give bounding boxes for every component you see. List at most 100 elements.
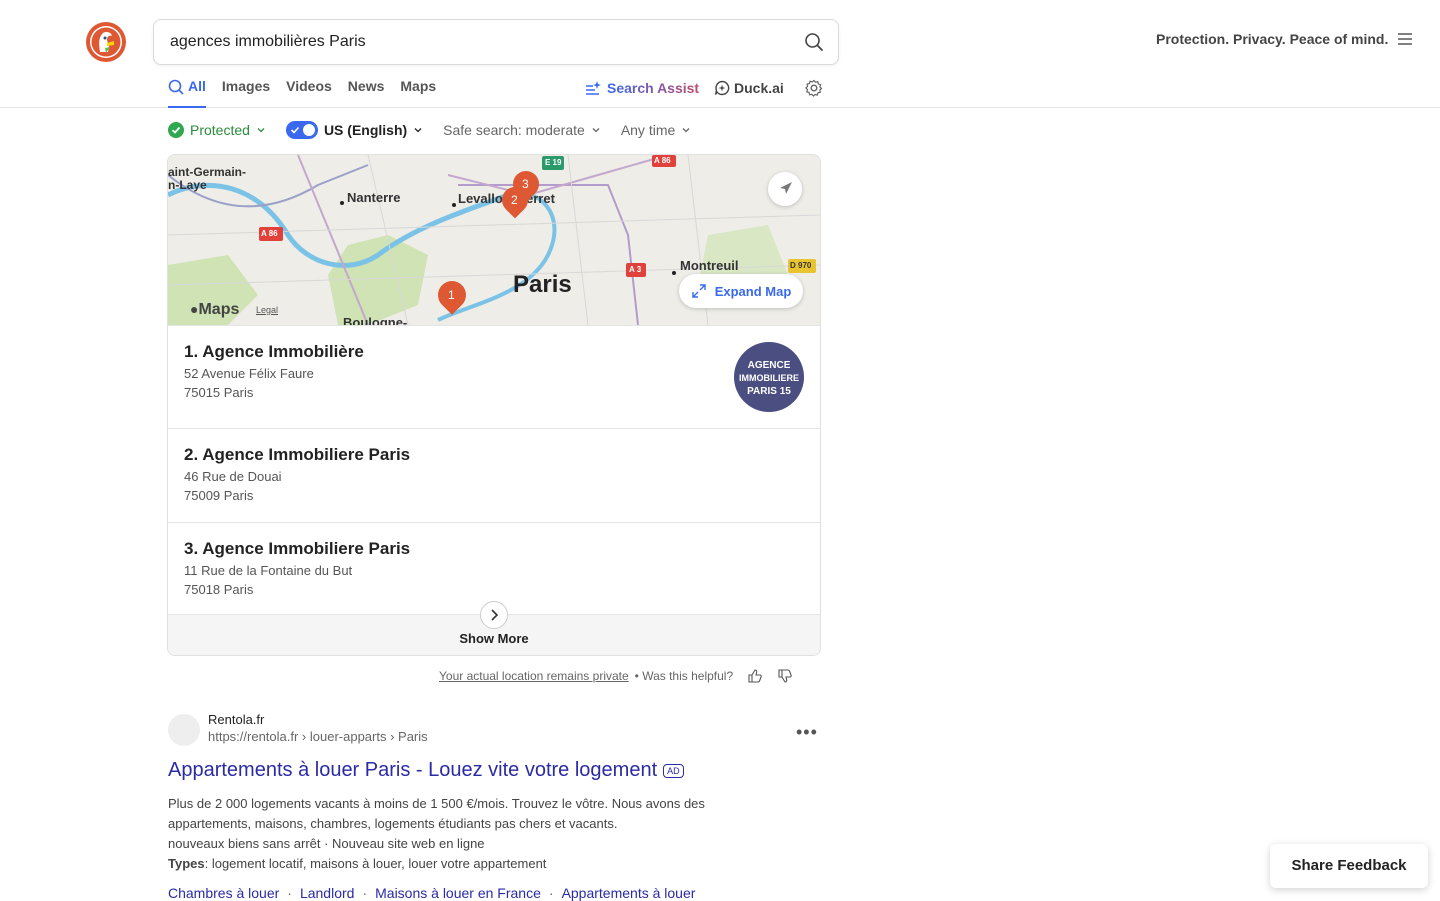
check-shield-icon (168, 122, 184, 138)
thumbs-down-icon[interactable] (777, 668, 793, 684)
header: Protection. Privacy. Peace of mind. All … (0, 0, 1440, 108)
place-title: 1. Agence Immobilière (184, 342, 364, 361)
separator: · (548, 885, 554, 901)
search-icon[interactable] (804, 32, 824, 52)
privacy-tagline: Protection. Privacy. Peace of mind. (1156, 31, 1389, 47)
search-box[interactable] (153, 19, 839, 65)
tab-label: News (347, 78, 385, 94)
filter-bar: Protected US (English) Safe search: mode… (168, 120, 691, 140)
duck-ai-icon (714, 80, 730, 96)
place-title: 3. Agence Immobiliere Paris (184, 539, 411, 558)
location-feedback-row: Your actual location remains private • W… (439, 668, 793, 684)
region-filter[interactable]: US (English) (285, 120, 423, 140)
share-feedback-button[interactable]: Share Feedback (1270, 844, 1428, 888)
tab-label: All (188, 78, 206, 94)
tab-maps[interactable]: Maps (400, 78, 436, 108)
road-badge: A 86 (654, 156, 671, 165)
safe-search-filter[interactable]: Safe search: moderate (443, 120, 601, 140)
sparkle-icon (586, 81, 601, 95)
separator: · (362, 885, 368, 901)
place-address: 52 Avenue Félix Faure (184, 366, 314, 381)
region-toggle[interactable] (285, 121, 318, 139)
locate-button[interactable] (768, 172, 802, 206)
place-item[interactable]: 2. Agence Immobiliere Paris 46 Rue de Do… (168, 428, 820, 522)
helpful-question: • Was this helpful? (634, 669, 734, 683)
map-label: Paris (513, 271, 572, 298)
map-legal-link[interactable]: Legal (256, 305, 278, 315)
logo-line: IMMOBILIERE (739, 373, 799, 383)
map-marker-label: 2 (511, 193, 518, 207)
result-snippet: Plus de 2 000 logements vacants à moins … (168, 794, 768, 874)
apple-maps-brand: ●Maps (190, 301, 239, 319)
search-tabs: All Images Videos News Maps (168, 78, 436, 108)
region-label: US (English) (323, 122, 408, 138)
search-icon (168, 79, 184, 95)
tab-label: Images (221, 78, 271, 94)
search-input[interactable] (170, 20, 790, 64)
search-assist-button[interactable]: Search Assist (585, 80, 699, 96)
protected-label: Protected (190, 122, 250, 138)
maps-brand-label: Maps (198, 301, 240, 318)
map-label: n-Laye (168, 178, 207, 192)
tab-videos[interactable]: Videos (286, 78, 332, 108)
place-address: 11 Rue de la Fontaine du But (184, 563, 353, 578)
time-label: Any time (620, 122, 676, 138)
result-title[interactable]: Appartements à louer Paris - Louez vite … (168, 759, 684, 782)
map-label: Boulogne- (343, 315, 408, 325)
map-marker-label: 3 (522, 177, 529, 191)
expand-icon (692, 284, 706, 298)
search-assist-label: Search Assist (607, 80, 700, 96)
sitelink[interactable]: Maisons à louer en France (375, 885, 541, 901)
chevron-down-icon (592, 128, 600, 133)
types-value: : logement locatif, maisons à louer, lou… (204, 856, 547, 871)
duckduckgo-logo-icon[interactable] (86, 22, 126, 62)
thumbs-up-icon[interactable] (747, 668, 763, 684)
snippet-line: nouveaux biens sans arrêt · Nouveau site… (168, 836, 485, 851)
map-label: Nanterre (347, 190, 401, 205)
place-logo-text: AGENCE IMMOBILIERE PARIS 15 (734, 359, 804, 398)
place-city: 75018 Paris (184, 582, 254, 597)
check-icon (290, 126, 300, 134)
chevron-right-icon[interactable] (480, 601, 508, 629)
time-filter[interactable]: Any time (621, 120, 691, 140)
more-options-icon[interactable]: ••• (796, 722, 818, 743)
site-url[interactable]: https://rentola.fr › louer-apparts › Par… (208, 729, 428, 744)
map-marker-label: 1 (448, 288, 455, 302)
chevron-down-icon (257, 128, 265, 133)
location-privacy-link[interactable]: Your actual location remains private (439, 669, 629, 683)
protection-filter[interactable]: Protected (168, 120, 266, 140)
expand-map-button[interactable]: Expand Map (679, 274, 803, 308)
sitelink[interactable]: Appartements à louer (562, 885, 696, 901)
place-city: 75009 Paris (184, 488, 254, 503)
sitelink[interactable]: Landlord (300, 885, 355, 901)
map-label: Montreuil (680, 258, 739, 273)
logo-line: AGENCE (747, 360, 791, 371)
tab-news[interactable]: News (348, 78, 385, 108)
site-name[interactable]: Rentola.fr (208, 712, 264, 727)
tab-label: Maps (400, 78, 437, 94)
show-more-button[interactable]: Show More (168, 601, 820, 655)
road-badge: A 3 (629, 265, 642, 274)
map-label: Levallo (458, 191, 503, 206)
duck-ai-button[interactable]: Duck.ai (714, 80, 784, 96)
chevron-down-icon (682, 128, 690, 133)
snippet-types: Types: logement locatif, maisons à louer… (168, 854, 768, 874)
gear-icon[interactable] (805, 79, 823, 97)
road-badge: A 86 (261, 229, 278, 238)
types-label: Types (168, 856, 205, 871)
place-logo: AGENCE IMMOBILIERE PARIS 15 (734, 342, 804, 412)
tab-all[interactable]: All (168, 78, 206, 108)
site-favicon (168, 714, 200, 746)
show-more-label: Show More (459, 631, 529, 646)
result-title-label[interactable]: Appartements à louer Paris - Louez vite … (168, 759, 657, 781)
hamburger-menu-icon[interactable] (1396, 30, 1414, 48)
place-item[interactable]: 1. Agence Immobilière 52 Avenue Félix Fa… (168, 325, 820, 429)
map-label: aint-Germain- (168, 165, 247, 179)
road-badge: D 970 (790, 261, 812, 270)
chevron-right-glyph (491, 609, 499, 621)
map[interactable]: aint-Germain- n-Laye Nanterre Levallo er… (168, 155, 820, 325)
location-arrow-icon (780, 182, 792, 194)
sitelink[interactable]: Chambres à louer (168, 885, 279, 901)
tab-images[interactable]: Images (222, 78, 270, 108)
road-badge: E 19 (545, 158, 562, 167)
